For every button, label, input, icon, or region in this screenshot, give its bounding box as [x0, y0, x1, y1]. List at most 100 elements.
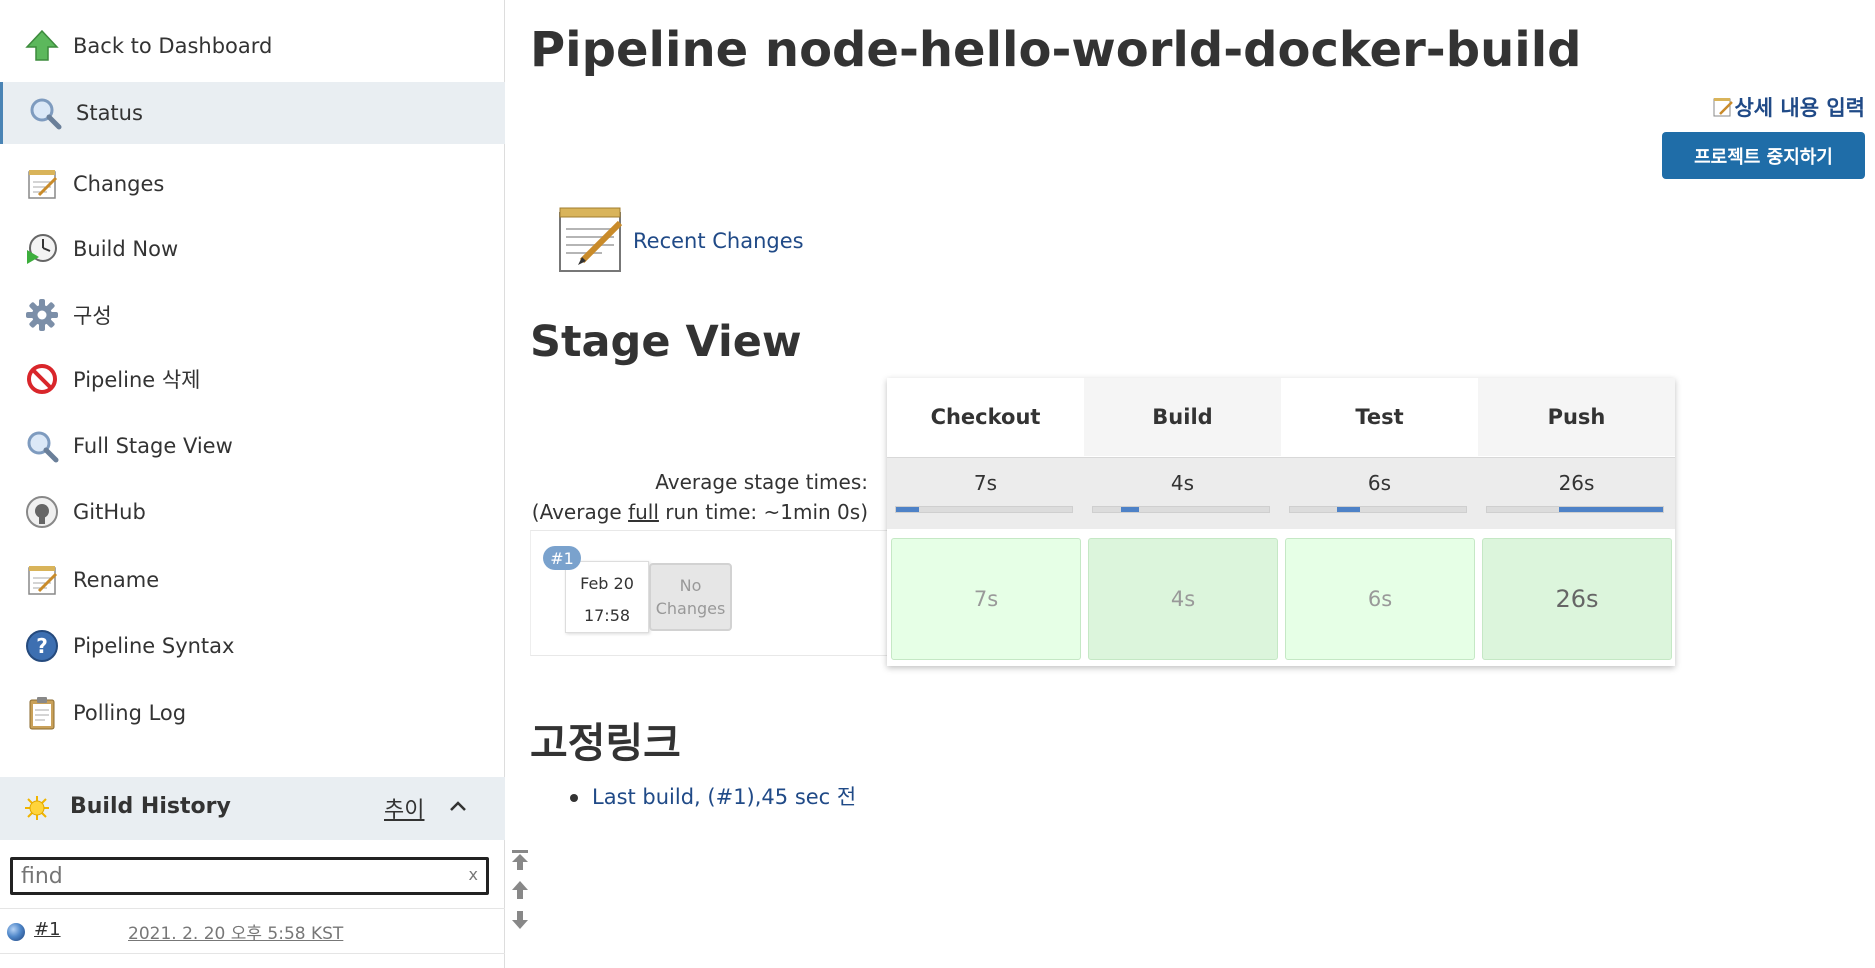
- no-changes-box[interactable]: No Changes: [649, 563, 732, 631]
- stage-average: 4s: [1084, 457, 1281, 529]
- task-configure[interactable]: 구성: [0, 284, 505, 346]
- average-stage-times-label: Average stage times:: [655, 470, 868, 494]
- chevron-up-icon[interactable]: [443, 791, 473, 821]
- task-label: GitHub: [73, 500, 146, 524]
- clipboard-icon: [24, 695, 60, 731]
- average-run-time-label: (Average full run time: ~1min 0s): [532, 500, 868, 524]
- permalinks-heading: 고정링크: [530, 719, 681, 767]
- stage-run-cell[interactable]: 4s: [1088, 538, 1278, 660]
- no-entry-icon: [24, 361, 60, 397]
- last-build-permalink[interactable]: Last build, (#1),45 sec 전: [592, 781, 856, 811]
- notepad-icon: [24, 166, 60, 202]
- run-date-box[interactable]: Feb 20 17:58: [565, 561, 649, 633]
- build-search-box: x: [10, 857, 489, 895]
- notepad-icon: [24, 562, 60, 598]
- task-delete-pipeline[interactable]: Pipeline 삭제: [0, 348, 505, 410]
- stage-table: Checkout 7s 7s Build 4s 4s Test 6s 6s Pu…: [887, 378, 1675, 666]
- stage-view-heading: Stage View: [530, 317, 802, 367]
- build-history-header: Build History 추이: [0, 777, 505, 840]
- task-full-stage-view[interactable]: Full Stage View: [0, 415, 505, 477]
- github-icon: [24, 494, 60, 530]
- stage-average-bar: [895, 506, 1073, 513]
- avg-run-prefix: (Average: [531, 500, 629, 524]
- run-time: 17:58: [583, 606, 631, 625]
- clear-search-button[interactable]: x: [469, 865, 478, 884]
- task-label: Polling Log: [73, 701, 187, 725]
- help-icon: ?: [24, 628, 60, 664]
- disable-project-button[interactable]: 프로젝트 중지하기: [1662, 132, 1865, 179]
- task-label: Back to Dashboard: [73, 34, 273, 58]
- up-arrow-icon: [24, 28, 60, 64]
- stage-average-bar: [1289, 506, 1467, 513]
- magnifier-icon: [24, 428, 60, 464]
- trend-link[interactable]: 추이: [384, 792, 424, 824]
- stage-header: Build: [1084, 378, 1281, 456]
- stage-run-cell[interactable]: 7s: [891, 538, 1081, 660]
- clock-play-icon: [24, 231, 60, 267]
- task-label: Status: [76, 101, 143, 125]
- stage-average-bar-fill: [1337, 507, 1360, 512]
- sun-icon: [24, 795, 50, 821]
- stage-average-time: 6s: [1367, 471, 1392, 495]
- stage-average-bar-fill: [1559, 507, 1663, 512]
- task-rename[interactable]: Rename: [0, 549, 505, 611]
- build-number-link[interactable]: #1: [34, 919, 61, 940]
- stage-column-checkout: Checkout 7s 7s: [887, 378, 1084, 666]
- build-history-title: Build History: [70, 794, 231, 819]
- run-date: Feb 20: [580, 574, 634, 593]
- bullet-icon: [570, 794, 578, 802]
- run-number-badge[interactable]: #1: [543, 546, 581, 570]
- build-date-link[interactable]: 2021. 2. 20 오후 5:58 KST: [128, 919, 343, 944]
- task-polling-log[interactable]: Polling Log: [0, 682, 505, 744]
- recent-changes-notepad-icon[interactable]: [556, 205, 626, 273]
- stage-run-cell[interactable]: 26s: [1482, 538, 1672, 660]
- stage-run-cell[interactable]: 6s: [1285, 538, 1475, 660]
- stage-average: 7s: [887, 457, 1084, 529]
- stage-column-push: Push 26s 26s: [1478, 378, 1675, 666]
- build-history-row: #1 2021. 2. 20 오후 5:58 KST: [0, 908, 505, 954]
- task-github[interactable]: GitHub: [0, 481, 505, 543]
- magnifier-icon: [27, 95, 63, 131]
- stage-column-test: Test 6s 6s: [1281, 378, 1478, 666]
- recent-changes-link[interactable]: Recent Changes: [633, 229, 804, 253]
- task-pipeline-syntax[interactable]: ? Pipeline Syntax: [0, 615, 505, 677]
- stage-average: 6s: [1281, 457, 1478, 529]
- stage-view-labels: Average stage times: (Average full run t…: [530, 378, 892, 658]
- stage-average-bar-fill: [1121, 507, 1139, 512]
- build-search-input[interactable]: [19, 863, 459, 889]
- stage-header: Checkout: [930, 405, 1041, 429]
- stage-header: Push: [1478, 378, 1675, 456]
- stage-view: Average stage times: (Average full run t…: [530, 378, 1675, 668]
- edit-notepad-icon: [1713, 98, 1734, 117]
- sidebar: Back to Dashboard Status Changes Build N…: [0, 0, 505, 968]
- svg-text:?: ?: [36, 634, 48, 658]
- stage-average-bar: [1092, 506, 1270, 513]
- run-row: #1 Feb 20 17:58 No Changes: [530, 530, 892, 656]
- task-label: Build Now: [73, 237, 179, 261]
- stage-average-bar: [1486, 506, 1664, 513]
- task-label: Changes: [73, 172, 165, 196]
- edit-description-link[interactable]: 상세 내용 입력: [1712, 92, 1865, 122]
- edit-description-label: 상세 내용 입력: [1734, 96, 1865, 120]
- task-label: Full Stage View: [73, 434, 233, 458]
- stage-average-time: 7s: [973, 471, 998, 495]
- page-title: Pipeline node-hello-world-docker-build: [530, 22, 1582, 78]
- avg-run-full-link[interactable]: full: [628, 500, 659, 524]
- task-changes[interactable]: Changes: [0, 153, 505, 215]
- stage-average-time: 4s: [1170, 471, 1195, 495]
- task-label: 구성: [73, 304, 112, 328]
- stage-average: 26s: [1478, 457, 1675, 529]
- no-changes-line1: No: [679, 576, 702, 595]
- stage-column-build: Build 4s 4s: [1084, 378, 1281, 666]
- stage-average-time: 26s: [1558, 471, 1595, 495]
- task-build-now[interactable]: Build Now: [0, 218, 505, 280]
- task-back-to-dashboard[interactable]: Back to Dashboard: [0, 15, 505, 77]
- task-label: Rename: [73, 568, 160, 592]
- blue-ball-icon: [7, 923, 25, 941]
- gear-icon: [24, 297, 60, 333]
- avg-run-suffix: run time: ~1min 0s): [658, 500, 868, 524]
- task-status[interactable]: Status: [0, 82, 505, 144]
- task-label: Pipeline Syntax: [73, 634, 235, 658]
- main-panel: Pipeline node-hello-world-docker-build 상…: [530, 0, 1875, 968]
- stage-header: Test: [1355, 405, 1404, 429]
